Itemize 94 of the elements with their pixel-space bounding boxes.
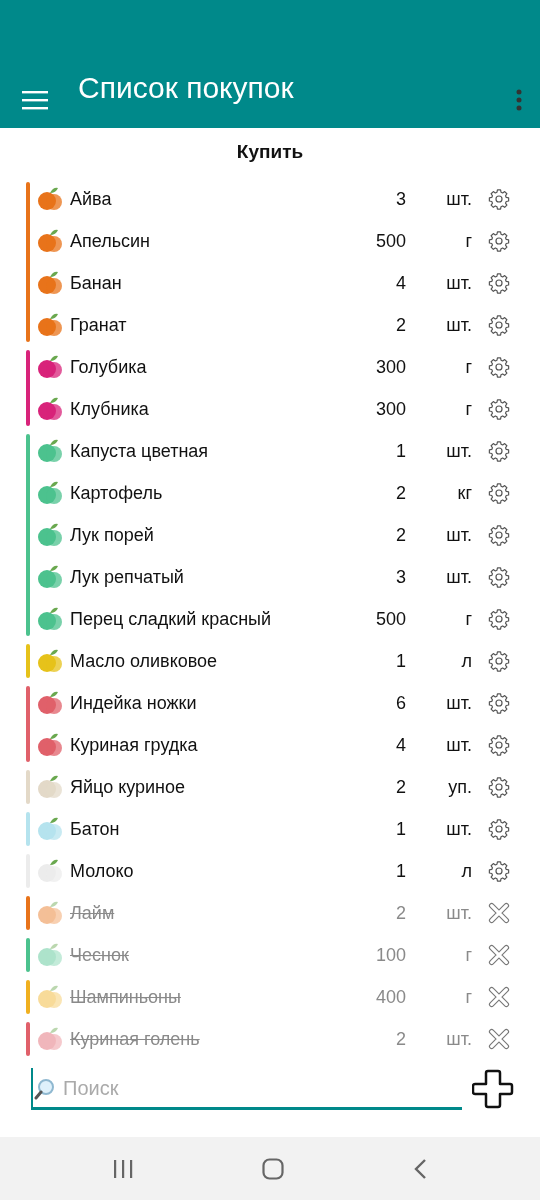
item-quantity: 3 [395, 565, 406, 589]
item-quantity: 2 [395, 775, 406, 799]
item-name: Яйцо куриное [70, 775, 187, 799]
item-unit: г [464, 943, 472, 967]
item-quantity: 1 [395, 817, 406, 841]
item-quantity: 1 [395, 439, 406, 463]
more-options-icon[interactable] [516, 89, 522, 111]
search-icon [34, 1078, 56, 1100]
item-name: Банан [70, 271, 123, 295]
item-name: Апельсин [70, 229, 152, 253]
recent-apps-icon[interactable] [112, 1158, 133, 1179]
item-quantity: 300 [374, 397, 406, 421]
item-unit: г [464, 355, 472, 379]
item-name: Айва [70, 187, 113, 211]
item-quantity: 2 [395, 523, 406, 547]
item-quantity: 500 [374, 607, 406, 631]
item-unit: г [464, 397, 472, 421]
item-name: Индейка ножки [70, 691, 198, 715]
settings-icon[interactable] [488, 818, 510, 840]
remove-icon[interactable] [488, 986, 510, 1008]
settings-icon[interactable] [488, 482, 510, 504]
settings-icon[interactable] [488, 860, 510, 882]
item-name: Куриная грудка [70, 733, 199, 757]
item-quantity: 1 [395, 649, 406, 673]
item-unit: шт. [445, 313, 472, 337]
search-field[interactable]: Поиск [31, 1068, 462, 1110]
home-icon[interactable] [262, 1157, 284, 1180]
item-unit: шт. [445, 691, 472, 715]
item-unit: шт. [445, 187, 472, 211]
settings-icon[interactable] [488, 650, 510, 672]
settings-icon[interactable] [488, 272, 510, 294]
settings-icon[interactable] [488, 566, 510, 588]
item-quantity: 4 [395, 733, 406, 757]
item-name: Картофель [70, 481, 164, 505]
settings-icon[interactable] [488, 230, 510, 252]
remove-icon[interactable] [488, 1028, 510, 1050]
item-unit: л [460, 859, 472, 883]
item-unit: шт. [445, 523, 472, 547]
back-icon[interactable] [413, 1157, 428, 1180]
item-unit: шт. [445, 565, 472, 589]
item-unit: шт. [445, 271, 472, 295]
item-quantity: 2 [395, 481, 406, 505]
item-unit: шт. [445, 439, 472, 463]
item-name: Перец сладкий красный [70, 607, 273, 631]
settings-icon[interactable] [488, 776, 510, 798]
item-name: Голубика [70, 355, 148, 379]
item-name: Клубника [70, 397, 150, 421]
settings-icon[interactable] [488, 692, 510, 714]
item-unit: г [464, 229, 472, 253]
app-title: Список покупок [78, 70, 295, 106]
item-quantity: 1 [395, 859, 406, 883]
item-unit: г [464, 985, 472, 1009]
item-unit: шт. [445, 733, 472, 757]
remove-icon[interactable] [488, 944, 510, 966]
item-quantity: 400 [374, 985, 406, 1009]
item-quantity: 300 [374, 355, 406, 379]
settings-icon[interactable] [488, 524, 510, 546]
section-title: Купить [235, 140, 305, 164]
item-name: Лук репчатый [70, 565, 185, 589]
item-unit: шт. [445, 1027, 472, 1051]
item-unit: кг [456, 481, 472, 505]
item-name: Батон [70, 817, 121, 841]
item-quantity: 2 [395, 901, 406, 925]
item-quantity: 2 [395, 313, 406, 337]
settings-icon[interactable] [488, 188, 510, 210]
item-name: Шампиньоны [70, 985, 182, 1009]
item-quantity: 6 [395, 691, 406, 715]
item-name: Лайм [70, 901, 116, 925]
item-name: Масло оливковое [70, 649, 219, 673]
add-icon[interactable] [472, 1068, 514, 1110]
item-quantity: 3 [395, 187, 406, 211]
item-name: Чеснок [70, 943, 130, 967]
item-unit: шт. [445, 817, 472, 841]
item-name: Гранат [70, 313, 128, 337]
item-name: Лук порей [70, 523, 155, 547]
settings-icon[interactable] [488, 440, 510, 462]
menu-icon[interactable] [22, 90, 48, 110]
item-name: Молоко [70, 859, 135, 883]
item-name: Капуста цветная [70, 439, 210, 463]
item-name: Куриная голень [70, 1027, 201, 1051]
item-unit: шт. [445, 901, 472, 925]
settings-icon[interactable] [488, 398, 510, 420]
item-unit: уп. [447, 775, 472, 799]
item-unit: г [464, 607, 472, 631]
item-quantity: 100 [374, 943, 406, 967]
remove-icon[interactable] [488, 902, 510, 924]
item-quantity: 2 [395, 1027, 406, 1051]
settings-icon[interactable] [488, 608, 510, 630]
settings-icon[interactable] [488, 314, 510, 336]
settings-icon[interactable] [488, 734, 510, 756]
settings-icon[interactable] [488, 356, 510, 378]
item-unit: л [460, 649, 472, 673]
item-quantity: 500 [374, 229, 406, 253]
item-quantity: 4 [395, 271, 406, 295]
